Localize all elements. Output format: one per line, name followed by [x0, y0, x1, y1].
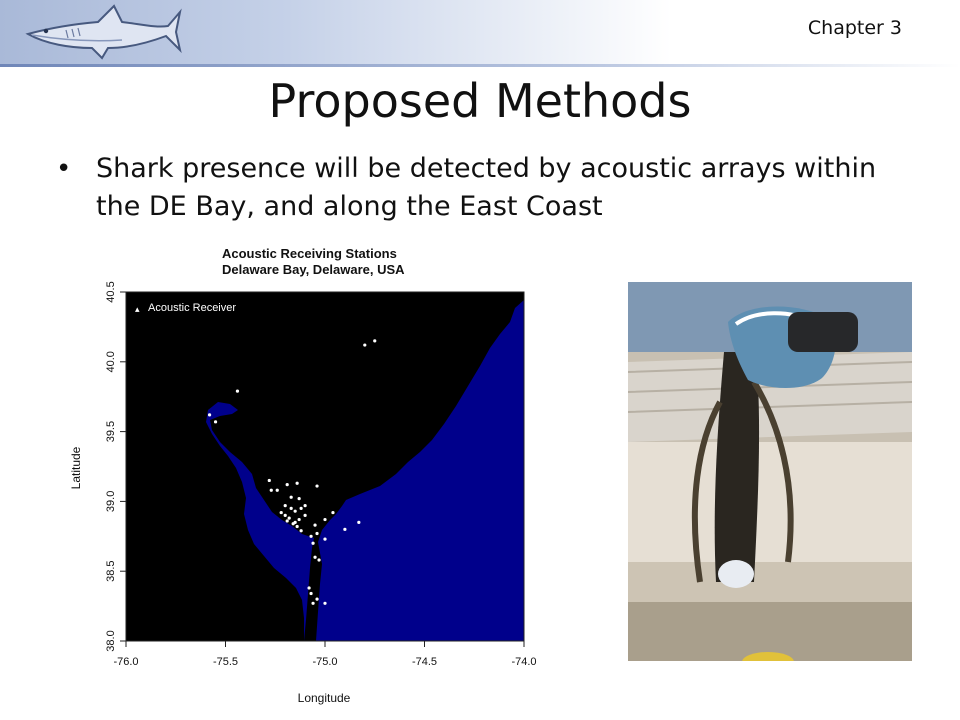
receiver-point: [311, 541, 315, 545]
receiver-point: [315, 531, 319, 536]
receiver-point: [295, 481, 299, 485]
receiver-point: [317, 558, 321, 562]
receiver-point: [267, 478, 271, 483]
receiver-point: [343, 527, 347, 531]
receiver-point: [323, 517, 327, 522]
y-tick-label: 40.0: [105, 351, 117, 372]
receiver-point: [313, 523, 317, 527]
shark-icon: [25, 4, 182, 60]
y-axis-label: Latitude: [69, 446, 83, 489]
receiver-map-chart: Acoustic Receiving Stations Delaware Bay…: [69, 246, 537, 705]
receiver-point: [287, 516, 291, 520]
legend-label: Acoustic Receiver: [148, 302, 236, 314]
receiver-point: [357, 520, 361, 524]
y-tick-label: 40.5: [105, 281, 117, 302]
receiver-point: [309, 591, 313, 596]
receiver-point: [315, 484, 319, 488]
receiver-point: [295, 524, 299, 529]
receiver-point: [285, 483, 289, 487]
receiver-point: [299, 506, 303, 510]
y-tick-label: 39.0: [105, 491, 117, 512]
receiver-point: [269, 488, 273, 492]
receiver-point: [297, 517, 301, 522]
receiver-point: [313, 555, 317, 559]
receiver-point: [275, 488, 279, 492]
y-tick-label: 39.5: [105, 421, 117, 442]
receiver-point: [207, 413, 212, 417]
receiver-point: [279, 510, 283, 515]
receiver-point: [291, 522, 295, 526]
y-tick-label: 38.0: [105, 630, 117, 651]
receiver-point: [311, 601, 315, 605]
receiver-point: [303, 513, 307, 517]
header-divider: [0, 64, 960, 67]
chart-title: Acoustic Receiving Stations: [222, 246, 397, 261]
y-tick-label: 38.5: [105, 560, 117, 581]
x-tick-label: -74.0: [511, 656, 536, 668]
receiver-point: [323, 537, 327, 541]
receiver-point: [363, 343, 367, 347]
slide-title: Proposed Methods: [268, 74, 692, 128]
receiver-point: [285, 519, 289, 523]
receiver-point: [303, 503, 307, 508]
receiver-point: [315, 597, 319, 601]
receiver-photo: [628, 282, 912, 661]
x-axis: -76.0 -75.5 -75.0 -74.5 -74.0: [113, 641, 537, 668]
x-tick-label: -75.5: [213, 656, 238, 668]
receiver-point: [307, 586, 311, 590]
x-tick-label: -75.0: [312, 656, 337, 668]
receiver-point: [289, 506, 293, 510]
chart-subtitle: Delaware Bay, Delaware, USA: [222, 262, 405, 277]
y-axis: 38.0 38.5 39.0 39.5 40.0 40.5: [105, 281, 126, 652]
receiver-point: [283, 513, 287, 517]
x-tick-label: -74.5: [412, 656, 437, 668]
receiver-point: [297, 497, 301, 501]
receiver-point: [323, 601, 327, 605]
receiver-point: [293, 509, 297, 513]
legend-symbol: ▴: [135, 305, 140, 315]
x-tick-label: -76.0: [113, 656, 138, 668]
bullet-marker: •: [56, 154, 72, 184]
receiver-point: [283, 503, 287, 508]
chapter-label: Chapter 3: [807, 17, 902, 39]
receiver-point: [331, 510, 335, 515]
receiver-point: [299, 529, 303, 533]
receiver-point: [289, 495, 293, 499]
receiver-point: [309, 534, 313, 538]
receiver-point: [373, 339, 377, 343]
receiver-point: [213, 420, 218, 424]
x-axis-label: Longitude: [298, 691, 351, 705]
bullet-item: • Shark presence will be detected by aco…: [56, 150, 906, 226]
bullet-text: Shark presence will be detected by acous…: [96, 153, 877, 222]
receiver-point: [235, 389, 240, 393]
